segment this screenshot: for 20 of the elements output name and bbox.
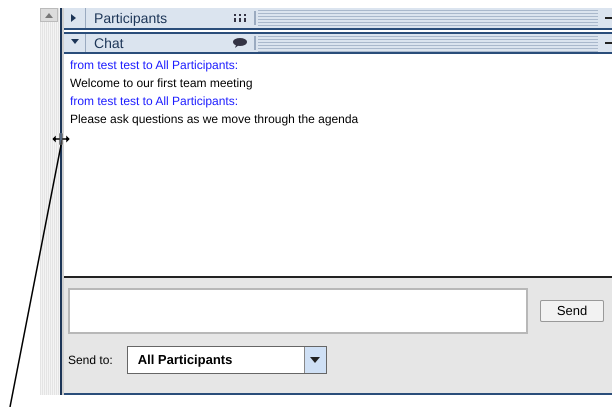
chat-bubble-icon (233, 38, 247, 48)
recipient-dropdown[interactable]: All Participants (126, 346, 327, 374)
scrollbar[interactable] (40, 8, 60, 395)
message-input[interactable] (68, 288, 528, 334)
panel-title: Participants (93, 8, 168, 28)
message-text: Welcome to our first team meeting (70, 75, 253, 92)
recipient-value: All Participants (136, 351, 234, 369)
right-triangle-icon (70, 14, 78, 22)
people-icon (234, 14, 246, 22)
message-sender: from test test to All Participants: (70, 57, 238, 74)
send-button[interactable]: Send (540, 300, 604, 322)
panel-header[interactable]: Chat (64, 32, 612, 54)
send-to-label: Send to: (68, 352, 113, 369)
message-sender: from test test to All Participants: (70, 93, 238, 110)
panel-header[interactable]: Participants (64, 8, 612, 30)
up-arrow-icon (45, 12, 53, 18)
scroll-up-button[interactable] (40, 8, 58, 22)
panel-title: Chat (93, 34, 125, 52)
message-text: Please ask questions as we move through the agenda (70, 111, 358, 128)
dropdown-arrow-icon (310, 357, 320, 363)
